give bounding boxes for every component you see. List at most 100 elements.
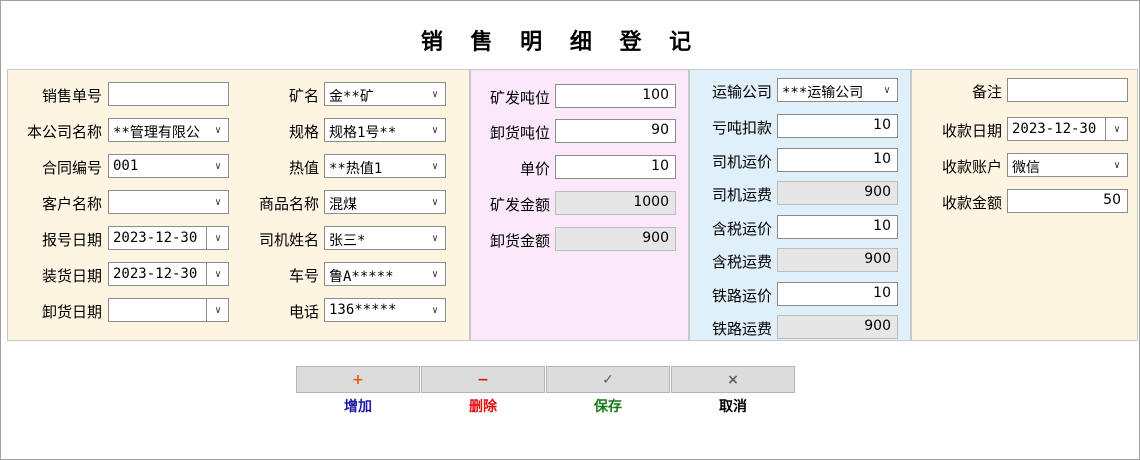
delete-label[interactable]: 删除 — [421, 396, 545, 416]
field-label: 客户名称 — [41, 195, 102, 213]
chevron-down-icon: ∨ — [883, 84, 891, 96]
panel1-right-field-6-value: 136***** — [329, 302, 397, 318]
panel1-left-field-4-value: 2023-12-30 — [113, 230, 198, 246]
panel1-right-field-0[interactable]: 金**矿 ∨ — [324, 82, 446, 106]
field-label: 收款账户 — [941, 158, 1002, 176]
panel1-left-field-2-value: 001 — [113, 158, 139, 174]
date-dropdown-button[interactable]: ∨ — [206, 263, 228, 285]
field-label: 卸货金额 — [489, 232, 550, 250]
panel1-right-field-1-value: 规格1号** — [329, 125, 397, 141]
minus-icon: − — [477, 371, 489, 388]
plus-icon: + — [352, 371, 364, 388]
panel1-left-field-2[interactable]: 001 ∨ — [108, 154, 229, 178]
panel1-right-field-6[interactable]: 136***** ∨ — [324, 298, 446, 322]
transport-company-select-value: ***运输公司 — [782, 85, 864, 101]
date-dropdown-button[interactable]: ∨ — [1105, 118, 1127, 140]
chevron-down-icon: ∨ — [431, 196, 439, 208]
date-dropdown-button[interactable]: ∨ — [206, 227, 228, 249]
field-label: 矿发金额 — [489, 196, 550, 214]
payment-account-select[interactable]: 微信 ∨ — [1007, 153, 1128, 177]
panel2-field-2[interactable]: 10 — [555, 155, 676, 179]
remark-input[interactable] — [1007, 78, 1128, 102]
field-label: 销售单号 — [41, 87, 102, 105]
close-icon: × — [727, 371, 739, 388]
panel1-left-field-4[interactable]: 2023-12-30 ∨ — [108, 226, 229, 250]
field-label: 含税运费 — [711, 253, 772, 271]
panel1-left-field-5[interactable]: 2023-12-30 ∨ — [108, 262, 229, 286]
field-label: 铁路运价 — [711, 287, 772, 305]
panel1-right-field-0-value: 金**矿 — [329, 89, 374, 105]
field-label: 收款日期 — [941, 122, 1002, 140]
date-dropdown-button[interactable]: ∨ — [206, 299, 228, 321]
chevron-down-icon: ∨ — [431, 160, 439, 172]
panel1-left-field-0[interactable] — [108, 82, 229, 106]
chevron-down-icon: ∨ — [431, 124, 439, 136]
chevron-down-icon: ∨ — [1113, 123, 1121, 135]
field-label: 单价 — [519, 160, 550, 178]
panel3-field-3[interactable]: 10 — [777, 215, 898, 239]
field-label: 备注 — [971, 83, 1002, 101]
panel2-field-3: 1000 — [555, 191, 676, 215]
field-label: 装货日期 — [41, 267, 102, 285]
field-label: 铁路运费 — [711, 320, 772, 338]
panel1-right-field-3-value: 混煤 — [329, 197, 357, 213]
delete-button[interactable]: − — [421, 366, 545, 393]
panel1-right-field-4[interactable]: 张三* ∨ — [324, 226, 446, 250]
field-label: 商品名称 — [258, 195, 319, 213]
field-label: 本公司名称 — [26, 123, 102, 141]
panel1-right-field-1[interactable]: 规格1号** ∨ — [324, 118, 446, 142]
payment-amount-input[interactable]: 50 — [1007, 189, 1128, 213]
panel1-right-field-3[interactable]: 混煤 ∨ — [324, 190, 446, 214]
field-label: 合同编号 — [41, 159, 102, 177]
panel1-left-field-5-value: 2023-12-30 — [113, 266, 198, 282]
chevron-down-icon: ∨ — [214, 232, 222, 244]
field-label: 电话 — [288, 303, 319, 321]
panel3-field-5[interactable]: 10 — [777, 282, 898, 306]
field-label: 卸货吨位 — [489, 124, 550, 142]
chevron-down-icon: ∨ — [214, 268, 222, 280]
panel2-field-4: 900 — [555, 227, 676, 251]
panel1-left-field-1-value: **管理有限公 — [113, 125, 200, 141]
panel2-field-0[interactable]: 100 — [555, 84, 676, 108]
chevron-down-icon: ∨ — [214, 160, 222, 172]
field-label: 收款金额 — [941, 194, 1002, 212]
save-button[interactable]: ✓ — [546, 366, 670, 393]
field-label: 亏吨扣款 — [711, 119, 772, 137]
add-label[interactable]: 增加 — [296, 396, 420, 416]
save-label[interactable]: 保存 — [546, 396, 670, 416]
field-label: 含税运价 — [711, 220, 772, 238]
field-label: 矿名 — [288, 87, 319, 105]
transport-company-select[interactable]: ***运输公司 ∨ — [777, 78, 898, 102]
panel1-left-field-3[interactable]: ∨ — [108, 190, 229, 214]
panel3-field-6: 900 — [777, 315, 898, 339]
panel3-field-4: 900 — [777, 248, 898, 272]
panel1-left-field-1[interactable]: **管理有限公 ∨ — [108, 118, 229, 142]
chevron-down-icon: ∨ — [431, 88, 439, 100]
page-title: 销 售 明 细 登 记 — [420, 30, 702, 55]
panel3-field-0[interactable]: 10 — [777, 114, 898, 138]
chevron-down-icon: ∨ — [431, 304, 439, 316]
add-button[interactable]: + — [296, 366, 420, 393]
field-label: 卸货日期 — [41, 303, 102, 321]
panel1-right-field-5-value: 鲁A***** — [329, 269, 394, 285]
field-label: 报号日期 — [41, 231, 102, 249]
field-label: 运输公司 — [711, 83, 772, 101]
check-icon: ✓ — [602, 371, 614, 388]
panel3-field-2: 900 — [777, 181, 898, 205]
chevron-down-icon: ∨ — [214, 124, 222, 136]
cancel-button[interactable]: × — [671, 366, 795, 393]
field-label: 规格 — [288, 123, 319, 141]
field-label: 司机姓名 — [258, 231, 319, 249]
field-label: 司机运费 — [711, 186, 772, 204]
panel2-field-1[interactable]: 90 — [555, 119, 676, 143]
chevron-down-icon: ∨ — [214, 304, 222, 316]
panel1-right-field-2-value: **热值1 — [329, 161, 383, 177]
panel3-field-1[interactable]: 10 — [777, 148, 898, 172]
panel1-right-field-5[interactable]: 鲁A***** ∨ — [324, 262, 446, 286]
panel1-right-field-2[interactable]: **热值1 ∨ — [324, 154, 446, 178]
payment-date-picker[interactable]: 2023-12-30 ∨ — [1007, 117, 1128, 141]
cancel-label[interactable]: 取消 — [671, 396, 795, 416]
panel1-left-field-6[interactable]: ∨ — [108, 298, 229, 322]
panel1-right-field-4-value: 张三* — [329, 233, 366, 249]
chevron-down-icon: ∨ — [431, 268, 439, 280]
